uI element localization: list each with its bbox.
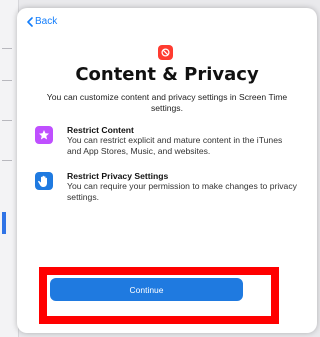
star-icon [35, 126, 53, 144]
back-button[interactable]: Back [27, 16, 57, 27]
chevron-left-icon [27, 16, 33, 27]
page-title: Content & Privacy [75, 64, 259, 85]
hand-icon [35, 172, 53, 190]
sidebar-selection-indicator [2, 212, 6, 234]
feature-title: Restrict Privacy Settings [67, 171, 169, 181]
feature-description: You can require your permission to make … [67, 181, 297, 202]
sidebar-divider [2, 120, 12, 121]
sidebar-divider [2, 80, 12, 81]
highlight-annotation [39, 267, 279, 324]
content-restriction-icon [158, 45, 173, 60]
back-label: Back [35, 16, 58, 27]
page-subtitle: You can customize content and privacy se… [46, 92, 288, 113]
sidebar-divider [2, 48, 12, 49]
feature-description: You can restrict explicit and mature con… [67, 135, 283, 156]
sidebar-divider [2, 160, 12, 161]
feature-title: Restrict Content [67, 125, 134, 135]
